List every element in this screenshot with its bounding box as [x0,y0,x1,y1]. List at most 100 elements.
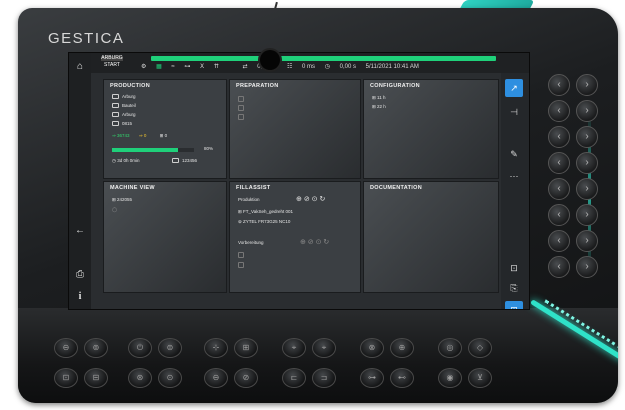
production-title: PRODUCTION [110,83,150,89]
machine-view-panel[interactable]: MACHINE VIEW ⊞ 242055 ◯ [103,181,227,293]
documentation-background [364,182,498,292]
side-key-left-arrow-icon[interactable]: ‹ [548,74,570,96]
documentation-title: DOCUMENTATION [370,185,422,191]
production-order: 123456 [172,158,197,164]
side-key-right-arrow-icon[interactable]: › [576,204,598,226]
status-topbar: ARBURG START ⚙ ▦ ≈ ⊶ ⵝ ⇈ ⇄ 0,0 cm³ ☷ 0 m… [91,53,529,73]
chart-icon[interactable]: ↗ [505,79,523,97]
info-icon[interactable]: i [69,287,91,307]
hardware-key-icon[interactable]: ⊙ [158,368,182,388]
part-icon [112,103,119,109]
restore-icon[interactable]: ⊙ [312,196,318,203]
grid-icon: ☷ [286,64,293,70]
side-key-right-arrow-icon[interactable]: › [576,230,598,252]
hardware-key-icon[interactable]: ⊷ [390,368,414,388]
preparation-title: PREPARATION [236,83,279,89]
hardware-key-icon[interactable]: ⊶ [360,368,384,388]
ejector-icon[interactable]: ⇈ [214,64,219,70]
hardware-key-icon[interactable]: ⊚ [84,338,108,358]
side-key-left-arrow-icon[interactable]: ‹ [548,178,570,200]
production-remaining-time: ◷ 3d 0h 0min [112,158,140,163]
fillassist-production-label: Produktion [238,197,260,202]
production-panel[interactable]: PRODUCTION Arburg Bauteil Arburg 0815 ⇒ … [103,79,227,179]
back-arrow-icon[interactable]: ← [69,221,91,241]
machine-view-title: MACHINE VIEW [110,185,155,191]
side-key-right-arrow-icon[interactable]: › [576,256,598,278]
machine-icon [112,94,119,100]
side-key-left-arrow-icon[interactable]: ‹ [548,152,570,174]
expand-icon[interactable]: ⊞ [505,301,523,309]
hardware-key-icon[interactable]: ⊟ [84,368,108,388]
config-hours-1: ⊞ 11 h [372,95,386,100]
fillassist-material: ⊚ ZYTEL FR73G25 NC10 [238,219,291,224]
preparation-panel[interactable]: PREPARATION [229,79,361,179]
hardware-key-icon[interactable]: ⊡ [54,368,78,388]
hardware-key-icon[interactable]: ◇ [468,338,492,358]
production-progress-track [112,148,194,152]
printer-icon[interactable]: ⎙ [69,265,91,285]
start-label: START [104,62,120,68]
hardware-key-icon[interactable]: ⊏ [282,368,306,388]
hardware-key-icon[interactable]: ⊜ [158,338,182,358]
monitor-icon[interactable]: ⊡ [505,259,523,277]
more-icon[interactable]: ⋯ [505,167,523,185]
adjust-icon[interactable]: ⊣ [505,103,523,121]
good-parts-count: 36743 [117,133,130,138]
hardware-key-icon[interactable]: ⊗ [360,338,384,358]
brand-logo: GESTICA [48,30,125,47]
hardware-key-icon[interactable]: ⊛ [128,368,152,388]
production-row-customer: Arburg [112,112,136,118]
production-progress-label: 80% [204,146,214,151]
transfer-icon[interactable]: ⇄ [243,64,248,70]
production-tab-icon[interactable]: ▦ [156,64,162,70]
edit-icon[interactable]: ✎ [505,145,523,163]
left-navigation: ⌂ ← ⎙ i [69,53,91,309]
copy-icon[interactable]: ⎘ [505,279,523,297]
production-counters: ⇒ 36743 ⇒ 0 ⊞ 0 [112,133,167,139]
flow-icon[interactable]: ≈ [171,64,174,70]
fillassist-panel[interactable]: FILLASSIST Produktion ⊕ ⊘ ⊙ ↻ ⊞ FT_VakSe… [229,181,361,293]
hardware-key-icon[interactable]: ⏻ [128,338,152,358]
start-button[interactable]: ARBURG START [99,55,125,71]
hardware-key-icon[interactable]: ◉ [438,368,462,388]
hardware-key-icon[interactable]: ⌖ [282,338,306,358]
side-key-right-arrow-icon[interactable]: › [576,178,598,200]
shot-icon[interactable]: ⊕ [296,196,302,203]
side-key-left-arrow-icon[interactable]: ‹ [548,126,570,148]
injection-icon[interactable]: ⊶ [184,64,190,70]
cycle-icon: ◷ [324,64,330,70]
touch-screen: ⌂ ← ⎙ i ARBURG START ⚙ ▦ ≈ ⊶ ⵝ ⇈ ⇄ 0,0 c… [68,52,530,310]
topbar-status-icons: ⚙ ▦ ≈ ⊶ ⵝ ⇈ ⇄ 0,0 cm³ ☷ 0 ms ◷ 0,00 s 5/… [141,63,521,71]
side-key-right-arrow-icon[interactable]: › [576,74,598,96]
machine-status-icon: ◯ [112,207,118,212]
camera-lens [260,50,280,70]
hardware-key-icon[interactable]: ⊕ [390,338,414,358]
settings-icon[interactable]: ⚙ [141,64,146,70]
hardware-key-icon[interactable]: ⊐ [312,368,336,388]
hardware-key-icon[interactable]: ⌖ [312,338,336,358]
hardware-key-icon[interactable]: ◎ [438,338,462,358]
refresh-icon[interactable]: ↻ [319,196,325,203]
side-key-left-arrow-icon[interactable]: ‹ [548,100,570,122]
side-key-left-arrow-icon[interactable]: ‹ [548,204,570,226]
fillassist-title: FILLASSIST [236,185,271,191]
hardware-key-icon[interactable]: ⊞ [234,338,258,358]
mold-icon[interactable]: ⵝ [200,64,204,70]
total-parts-count: 0 [164,133,168,138]
fillassist-production-icons: ⊕ ⊘ ⊙ ↻ [296,195,325,203]
side-key-right-arrow-icon[interactable]: › [576,152,598,174]
documentation-panel[interactable]: DOCUMENTATION [363,181,499,293]
sync-icon[interactable]: ⊘ [304,196,310,203]
hardware-key-icon[interactable]: ⊖ [204,368,228,388]
hardware-key-icon[interactable]: ⊻ [468,368,492,388]
hardware-key-icon[interactable]: ⊘ [234,368,258,388]
side-key-right-arrow-icon[interactable]: › [576,100,598,122]
home-icon[interactable]: ⌂ [69,57,91,77]
configuration-panel[interactable]: CONFIGURATION ⊞ 11 h ⊞ 22 h [363,79,499,179]
side-key-left-arrow-icon[interactable]: ‹ [548,256,570,278]
side-key-right-arrow-icon[interactable]: › [576,126,598,148]
hardware-key-icon[interactable]: ⊖ [54,338,78,358]
cycle-time-readout: 0,00 s [339,64,356,70]
side-key-left-arrow-icon[interactable]: ‹ [548,230,570,252]
hardware-key-icon[interactable]: ⊹ [204,338,228,358]
